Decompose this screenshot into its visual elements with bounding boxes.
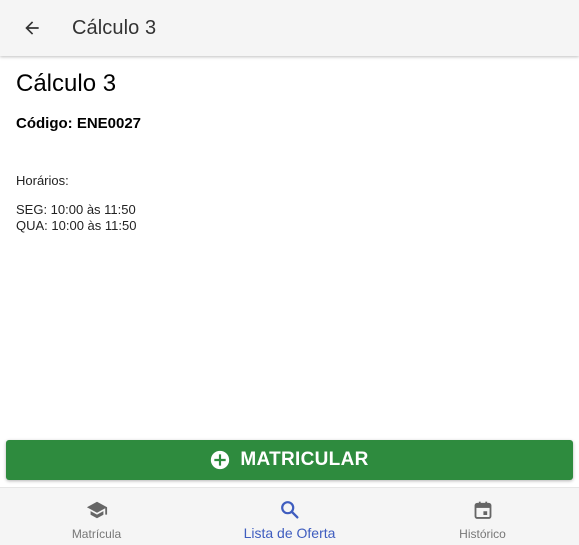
nav-item-label: Histórico — [459, 527, 506, 541]
graduation-cap-icon — [85, 498, 109, 522]
arrow-left-icon — [25, 21, 39, 35]
app-bar: Cálculo 3 — [0, 0, 579, 56]
nav-item-lista-de-oferta[interactable]: Lista de Oferta — [193, 488, 386, 545]
bottom-navigation: Matrícula Lista de Oferta Histórico — [0, 487, 579, 545]
nav-item-label: Matrícula — [71, 527, 122, 541]
nav-item-label: Lista de Oferta — [243, 525, 336, 541]
enroll-button-label: MATRICULAR — [240, 449, 369, 470]
schedule-item-monday: SEG: 10:00 às 11:50 — [16, 202, 136, 217]
calendar-icon — [471, 498, 495, 522]
schedule-item-wednesday: QUA: 10:00 às 11:50 — [16, 218, 137, 233]
course-details: Cálculo 3 Código: ENE0027 Horários: SEG:… — [16, 56, 563, 234]
course-title: Cálculo 3 — [16, 70, 117, 97]
plus-circle-icon — [210, 450, 230, 470]
app-root: Cálculo 3 Cálculo 3 Código: ENE0027 Horá… — [0, 0, 579, 545]
schedule-list: SEG: 10:00 às 11:50 QUA: 10:00 às 11:50 — [16, 202, 563, 234]
back-button[interactable] — [16, 12, 48, 44]
nav-item-historico[interactable]: Histórico — [386, 488, 579, 545]
course-code: Código: ENE0027 — [16, 115, 142, 132]
schedule-label: Horários: — [16, 173, 69, 188]
nav-item-matricula[interactable]: Matrícula — [0, 488, 193, 545]
page-title: Cálculo 3 — [72, 16, 157, 39]
search-icon — [278, 498, 302, 522]
enroll-button[interactable]: MATRICULAR — [6, 440, 573, 480]
